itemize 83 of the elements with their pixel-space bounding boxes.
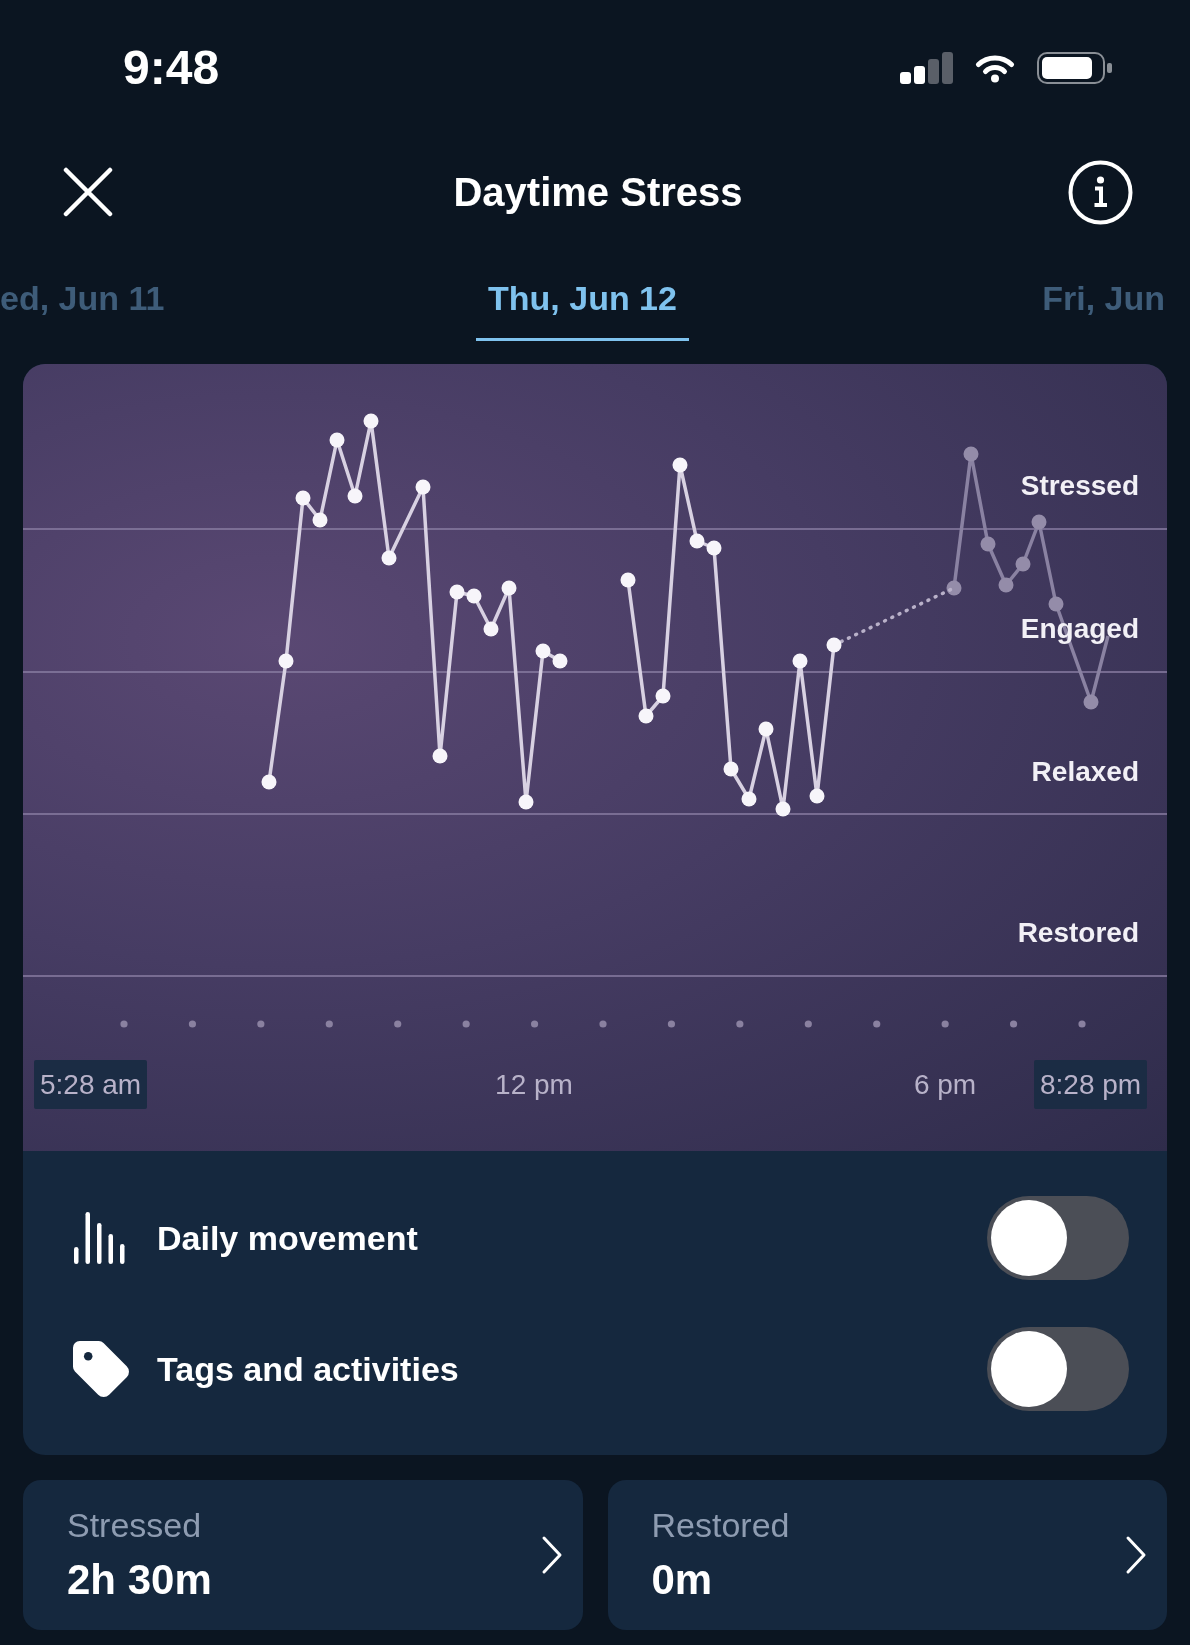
close-button[interactable] [63,167,113,217]
data-point [672,457,688,473]
stress-zone-label: Engaged [1020,612,1139,646]
data-point [449,584,465,600]
chevron-right-icon [1125,1535,1147,1575]
stress-zone-label: Restored [1017,916,1139,950]
data-point [261,774,277,790]
faded-data-point [946,580,962,596]
data-point [723,761,739,777]
time-axis-label: 8:28 pm [1034,1060,1148,1109]
battery-icon [1037,52,1112,84]
data-point [809,788,825,804]
data-point [758,721,774,737]
time-tick-dot [462,1020,470,1028]
time-tick-dot [736,1020,744,1028]
data-point [329,432,345,448]
data-point [638,708,654,724]
data-point [381,550,397,566]
time-axis-label: 12 pm [494,1068,574,1102]
screen-title: Daytime Stress [453,169,743,216]
time-tick-dot [531,1020,539,1028]
data-point [689,533,705,549]
data-point [483,621,499,637]
time-tick-dot [120,1020,128,1028]
summary-card[interactable]: Restored 0m [607,1480,1167,1630]
data-point [655,688,671,704]
status-time: 9:48 [123,44,220,92]
faded-data-point [1031,514,1047,530]
time-tick-dot [1010,1020,1018,1028]
time-tick-dot [804,1020,812,1028]
summary-card[interactable]: Stressed 2h 30m [23,1480,583,1630]
chevron-right-icon [540,1535,563,1575]
data-point [792,653,808,669]
summary-value: 0m [651,1555,714,1605]
time-axis-label: 5:28 am [34,1060,148,1109]
faded-data-point [1048,596,1064,612]
toggle-label: Tags and activities [157,1349,459,1389]
faded-data-point [963,446,979,462]
data-point [775,801,791,817]
time-tick-dot [941,1020,949,1028]
date-tab[interactable]: Thu, Jun 12 [476,278,689,341]
data-point [415,479,431,495]
faded-data-point [1083,694,1099,710]
time-tick-dot [188,1020,197,1028]
info-button[interactable] [1068,159,1133,225]
data-point [620,572,636,588]
signal-icon [900,52,953,84]
time-axis-label: 6 pm [912,1068,978,1102]
data-point [552,653,568,669]
stress-zone-label: Relaxed [1031,755,1139,789]
faded-data-point [980,536,996,552]
stress-zone-label: Stressed [1020,469,1139,503]
data-point [466,588,482,604]
data-point [741,791,757,807]
time-tick-dot [1078,1020,1086,1028]
tag-icon [73,1341,129,1397]
data-point [826,637,842,653]
time-tick-dot [257,1020,265,1028]
summary-label: Stressed [67,1505,203,1545]
faded-data-point [998,577,1014,593]
data-point [278,653,294,669]
data-point [347,488,363,504]
time-tick-dot [599,1020,607,1028]
faded-data-point [1015,556,1031,572]
time-tick-dot [873,1020,881,1028]
data-point [535,643,551,659]
data-point [432,748,448,764]
wifi-icon [975,53,1015,83]
time-tick-dot [667,1020,676,1028]
toggle-label: Daily movement [157,1218,418,1258]
summary-value: 2h 30m [67,1555,212,1605]
data-point [501,580,517,596]
close-icon [63,167,113,217]
data-point [312,512,328,528]
activity-bars-icon [73,1212,126,1264]
data-point [363,413,379,429]
data-point [706,540,722,556]
info-icon [1068,159,1133,225]
data-point [295,490,311,506]
time-tick-dot [394,1020,402,1028]
summary-label: Restored [651,1505,790,1545]
data-point [518,794,534,810]
time-tick-dot [325,1020,333,1028]
